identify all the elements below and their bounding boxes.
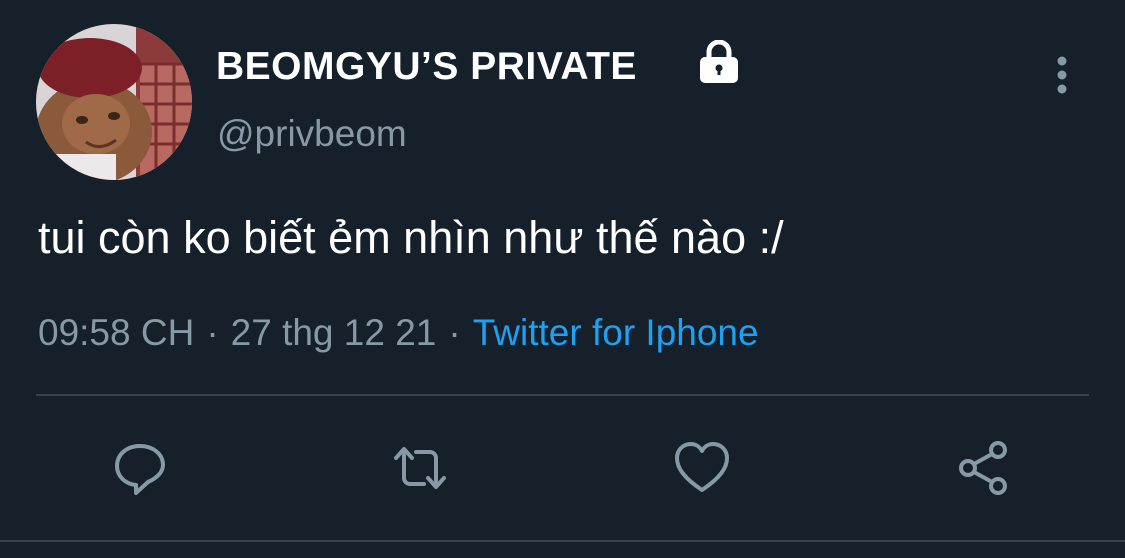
reply-button[interactable] (108, 436, 172, 500)
avatar[interactable] (36, 24, 192, 180)
heart-icon (675, 442, 729, 492)
tweet-meta: 09:58 CH · 27 thg 12 21 · Twitter for Iphone (38, 310, 759, 356)
divider (36, 394, 1089, 396)
comment-icon (115, 444, 165, 495)
display-name[interactable]: BEOMGYU’S PRIVATE (216, 44, 637, 90)
tweet-text: tui còn ko biết ẻm nhìn như thế nào :/ (38, 212, 784, 263)
bottom-divider (0, 540, 1125, 542)
share-button[interactable] (952, 436, 1016, 500)
tweet-date: 27 thg 12 21 (230, 312, 437, 353)
retweet-button[interactable] (388, 436, 452, 500)
more-vertical-icon[interactable] (1048, 54, 1076, 96)
tweet-time: 09:58 CH (38, 312, 195, 353)
handle[interactable]: @privbeom (217, 112, 407, 156)
meta-separator: · (206, 312, 219, 353)
tweet-source-link[interactable]: Twitter for Iphone (473, 312, 759, 353)
retweet-icon (394, 447, 446, 489)
share-icon (959, 441, 1007, 495)
avatar-image (36, 24, 192, 180)
meta-separator: · (448, 312, 461, 353)
lock-icon (696, 39, 742, 84)
like-button[interactable] (670, 436, 734, 500)
